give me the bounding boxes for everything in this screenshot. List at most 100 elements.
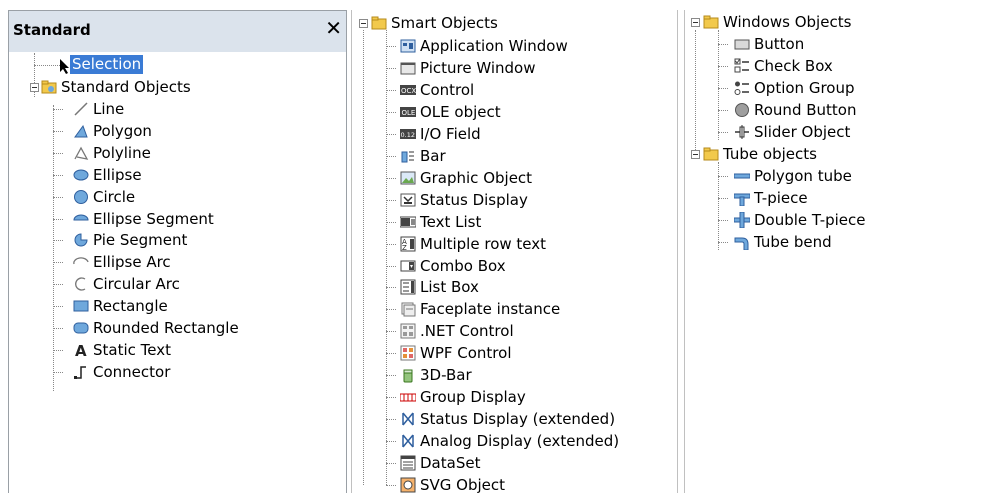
group-label: Standard Objects xyxy=(61,78,191,96)
item-label: Faceplate instance xyxy=(420,300,561,319)
item-label: Rounded Rectangle xyxy=(93,319,239,337)
tree-line xyxy=(53,152,63,154)
panel-title: Standard xyxy=(13,21,91,39)
item-label: Line xyxy=(93,100,125,118)
tree-line xyxy=(386,331,396,333)
tree-line xyxy=(386,463,396,465)
circle-icon xyxy=(74,189,88,204)
item-label: Multiple row text xyxy=(420,234,547,253)
tree-line xyxy=(386,177,396,179)
collapse-icon[interactable] xyxy=(30,83,39,92)
item-label: List Box xyxy=(420,278,479,297)
wpf-control-icon xyxy=(400,345,416,361)
control-icon: OCX xyxy=(400,84,416,95)
tree-line xyxy=(53,349,63,351)
tree-line xyxy=(386,243,396,245)
multiple-row-text-icon: AZ xyxy=(400,236,416,252)
tree-line xyxy=(386,397,396,399)
tree-line xyxy=(718,30,719,140)
tree-line xyxy=(53,105,54,391)
polygon-icon xyxy=(74,124,88,138)
tree-line xyxy=(695,30,696,158)
svg-text:OLE: OLE xyxy=(402,109,416,117)
tree-line xyxy=(718,242,728,243)
svg-text:A: A xyxy=(75,342,87,358)
group-label: Tube objects xyxy=(723,145,817,163)
item-label: .NET Control xyxy=(420,322,514,341)
graphic-object-icon xyxy=(400,171,416,185)
tree-line xyxy=(386,155,396,157)
column-separator xyxy=(351,10,352,493)
tree-line xyxy=(386,111,396,113)
folder-icon xyxy=(703,15,719,29)
svg-object-icon xyxy=(400,477,416,493)
tree-line xyxy=(363,30,364,485)
tree-line xyxy=(53,174,63,176)
tree-line xyxy=(53,196,63,198)
item-label: I/O Field xyxy=(420,124,481,143)
item-label: Polygon tube xyxy=(754,167,852,185)
item-label: Option Group xyxy=(754,79,855,97)
tree-line xyxy=(718,66,728,67)
item-label: Picture Window xyxy=(420,58,536,77)
text-list-icon xyxy=(400,216,416,228)
tree-line xyxy=(386,89,396,91)
collapse-icon[interactable] xyxy=(691,18,700,27)
tree-line xyxy=(53,130,63,132)
tree-line xyxy=(386,67,396,69)
collapse-icon[interactable] xyxy=(691,150,700,159)
item-label: Polygon xyxy=(93,121,152,140)
item-label: Pie Segment xyxy=(93,231,188,250)
status-display-icon xyxy=(400,193,416,207)
item-label: Double T-piece xyxy=(754,211,866,229)
round-button-icon xyxy=(735,103,749,117)
svg-text:OCX: OCX xyxy=(401,87,416,95)
dataset-icon xyxy=(400,455,416,471)
item-label: Tube bend xyxy=(754,233,832,251)
item-label: Round Button xyxy=(754,101,857,119)
button-icon xyxy=(734,39,750,50)
tree-line xyxy=(53,284,63,286)
option-group-icon xyxy=(734,81,749,95)
selection-label: Selection xyxy=(70,55,144,74)
circular-arc-icon xyxy=(75,277,86,291)
tree-line xyxy=(718,132,728,133)
t-piece-icon xyxy=(734,193,750,206)
item-label: Graphic Object xyxy=(420,168,533,187)
tree-line xyxy=(718,198,728,199)
group-display-icon xyxy=(400,393,416,402)
item-label: Polyline xyxy=(93,143,151,162)
group-label: Windows Objects xyxy=(723,13,852,31)
item-label: Ellipse Segment xyxy=(93,209,214,228)
close-icon[interactable]: ✕ xyxy=(325,18,342,38)
item-label: Ellipse Arc xyxy=(93,253,171,272)
tree-line xyxy=(386,485,396,486)
column-separator xyxy=(677,10,678,493)
item-label: Control xyxy=(420,80,475,99)
tree-line xyxy=(386,221,396,223)
pie-segment-icon xyxy=(74,233,88,247)
tree-line xyxy=(53,109,63,110)
double-t-piece-icon xyxy=(734,212,750,228)
group-label: Smart Objects xyxy=(391,14,498,32)
svg-text:Z: Z xyxy=(402,244,407,252)
polyline-icon xyxy=(74,146,89,160)
rounded-rectangle-icon xyxy=(73,322,89,334)
list-box-icon xyxy=(400,279,416,295)
collapse-icon[interactable] xyxy=(359,19,368,28)
tree-line xyxy=(386,309,396,311)
tree-line xyxy=(718,176,728,177)
item-label: Analog Display (extended) xyxy=(420,432,620,451)
rectangle-icon xyxy=(73,300,89,312)
ellipse-icon xyxy=(73,169,89,181)
item-label: Static Text xyxy=(93,340,171,359)
item-label: Connector xyxy=(93,362,171,381)
tree-line xyxy=(718,44,728,45)
line-icon xyxy=(74,102,88,116)
tree-line xyxy=(386,199,396,201)
connector-icon xyxy=(74,366,86,379)
ole-object-icon: OLE xyxy=(400,106,416,117)
analog-display-extended-icon xyxy=(402,434,414,448)
item-label: Ellipse xyxy=(93,165,142,184)
item-label: T-piece xyxy=(754,189,808,207)
